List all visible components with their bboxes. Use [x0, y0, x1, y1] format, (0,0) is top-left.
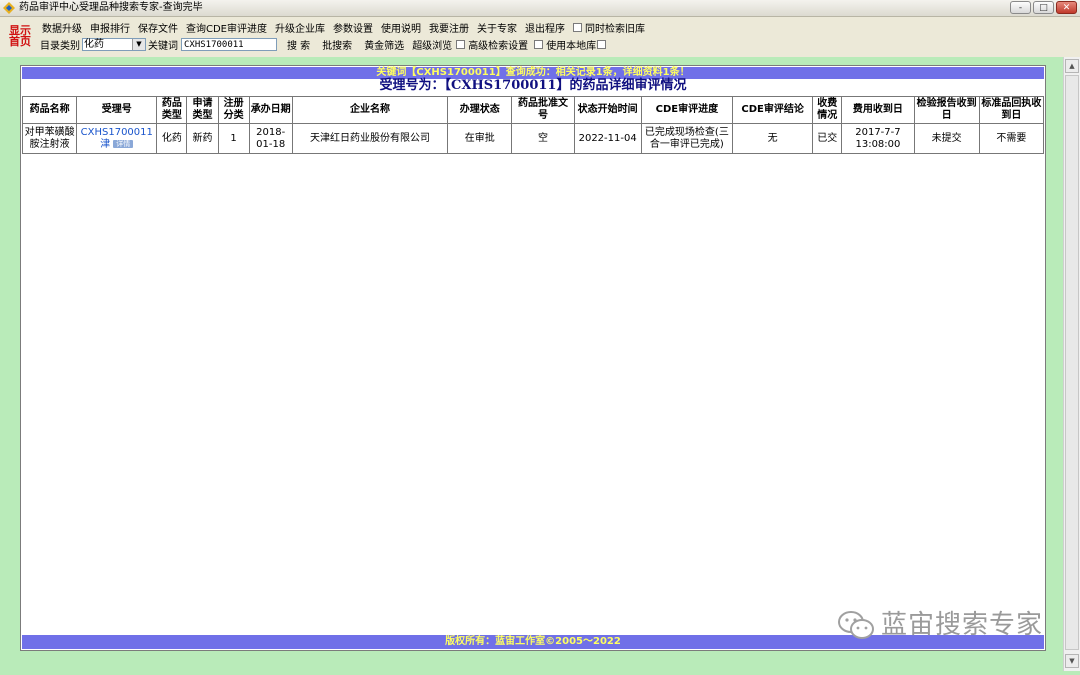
col-accept-date: 承办日期 [248, 96, 293, 124]
cell-accept-no: CXHS1700011 津详情 [76, 123, 158, 154]
advanced-search-label: 高级检索设置 [468, 40, 529, 52]
accept-no-link[interactable]: CXHS1700011 [81, 127, 153, 138]
col-report-date: 检验报告收到日 [913, 96, 980, 124]
result-panel: 关键词【CXHS1700011】查询成功：相关记录1条，详细资料1条！ 受理号为… [20, 65, 1046, 651]
cell-accept-date: 2018-01-18 [248, 123, 293, 154]
cell-status-start: 2022-11-04 [573, 123, 642, 154]
menu-cde-progress[interactable]: 查询CDE审评进度 [186, 20, 267, 35]
menu-exit[interactable]: 退出程序 [525, 20, 565, 35]
cell-cde-conclusion: 无 [732, 123, 814, 154]
col-cde-progress: CDE审评进度 [640, 96, 734, 124]
detail-tag[interactable]: 详情 [113, 139, 134, 148]
gold-filter-button[interactable]: 黄金筛选 [364, 37, 404, 52]
result-heading: 受理号为：【CXHS1700011】的药品详细审评情况 [379, 78, 687, 93]
col-status: 办理状态 [447, 96, 513, 124]
result-table: 药品名称 受理号 药品类型 申请类型 注册分类 承办日期 企业名称 办理状态 药… [21, 96, 1045, 154]
menu-upgrade-company[interactable]: 升级企业库 [275, 20, 325, 35]
menu-save-file[interactable]: 保存文件 [138, 20, 178, 35]
window-titlebar: 药品审评中心受理品种搜索专家-查询完毕 - □ ✕ [0, 0, 1080, 17]
cell-fee-date: 2017-7-7 13:08:00 [841, 123, 915, 154]
advanced-search-checkbox[interactable] [456, 39, 466, 49]
menu-settings[interactable]: 参数设置 [333, 20, 373, 35]
menu-ranking[interactable]: 申报排行 [90, 20, 130, 35]
super-browse-button[interactable]: 超级浏览 [412, 37, 452, 52]
wechat-icon [838, 611, 874, 639]
old-db-label: 同时检索旧库 [585, 23, 646, 35]
col-company: 企业名称 [291, 96, 449, 124]
col-cde-conclusion: CDE审评结论 [732, 96, 814, 124]
cell-fee-status: 已交 [812, 123, 843, 154]
col-fee-status: 收费情况 [812, 96, 843, 124]
chevron-down-icon[interactable]: ▼ [132, 38, 145, 50]
cell-status: 在审批 [447, 123, 513, 154]
local-db-checkbox-left[interactable] [534, 39, 544, 49]
col-reg-class: 注册分类 [217, 96, 250, 124]
cell-apply-type: 新药 [186, 123, 219, 154]
home-logo-line2: 首页 [9, 35, 31, 48]
local-db-checkbox[interactable] [597, 39, 607, 49]
watermark-text: 蓝宙搜索专家 [881, 610, 1044, 640]
home-button[interactable]: 显示 首页 [7, 25, 33, 47]
menu-register[interactable]: 我要注册 [429, 20, 469, 35]
menu-data-upgrade[interactable]: 数据升级 [42, 20, 82, 35]
cell-reg-class: 1 [217, 123, 250, 154]
menu-bar: 数据升级 申报排行 保存文件 查询CDE审评进度 升级企业库 参数设置 使用说明… [42, 19, 645, 35]
cell-drug-name: 对甲苯磺酸胺注射液 [21, 123, 78, 154]
scroll-down-icon[interactable]: ▼ [1065, 654, 1079, 668]
batch-search-button[interactable]: 批搜索 [322, 37, 352, 52]
category-label: 目录类别 [40, 40, 80, 52]
menu-about[interactable]: 关于专家 [477, 20, 517, 35]
search-row: 目录类别 化药 ▼ 关键词 CXHS1700011 搜 索 批搜索 黄金筛选 超… [40, 36, 609, 52]
col-drug-name: 药品名称 [21, 96, 78, 124]
local-db-label: 使用本地库 [546, 40, 597, 52]
scroll-thumb[interactable] [1065, 75, 1079, 650]
cell-approval-no: 空 [511, 123, 575, 154]
app-icon [3, 2, 15, 14]
cell-cde-progress: 已完成现场检查(三合一审评已完成) [640, 123, 734, 154]
keyword-label: 关键词 [148, 40, 178, 52]
maximize-button[interactable]: □ [1033, 1, 1054, 14]
search-button[interactable]: 搜 索 [287, 37, 310, 52]
col-drug-type: 药品类型 [156, 96, 188, 124]
cell-company: 天津红日药业股份有限公司 [291, 123, 449, 154]
toolbar: 显示 首页 数据升级 申报排行 保存文件 查询CDE审评进度 升级企业库 参数设… [0, 17, 1080, 57]
scroll-up-icon[interactable]: ▲ [1065, 59, 1079, 73]
col-fee-date: 费用收到日 [841, 96, 915, 124]
old-db-checkbox[interactable] [573, 22, 583, 32]
category-value: 化药 [84, 38, 104, 50]
col-status-start: 状态开始时间 [573, 96, 642, 124]
minimize-button[interactable]: - [1010, 1, 1031, 14]
table-header-row: 药品名称 受理号 药品类型 申请类型 注册分类 承办日期 企业名称 办理状态 药… [21, 96, 1045, 124]
menu-help[interactable]: 使用说明 [381, 20, 421, 35]
category-select[interactable]: 化药 ▼ [82, 37, 146, 51]
close-button[interactable]: ✕ [1056, 1, 1077, 14]
watermark: 蓝宙搜索专家 [837, 610, 1043, 640]
keyword-input[interactable]: CXHS1700011 [181, 37, 277, 51]
col-accept-no: 受理号 [76, 96, 158, 124]
window-title: 药品审评中心受理品种搜索专家-查询完毕 [19, 2, 203, 13]
cell-drug-type: 化药 [156, 123, 188, 154]
col-approval-no: 药品批准文号 [511, 96, 575, 124]
cell-report-date: 未提交 [913, 123, 980, 154]
col-standard-date: 标准品回执收到日 [978, 96, 1045, 124]
vertical-scrollbar[interactable]: ▲ ▼ [1063, 57, 1080, 671]
accept-region: 津 [100, 138, 111, 150]
cell-standard-date: 不需要 [978, 123, 1045, 154]
col-apply-type: 申请类型 [186, 96, 219, 124]
table-row: 对甲苯磺酸胺注射液 CXHS1700011 津详情 化药 新药 1 2018-0… [21, 123, 1045, 154]
